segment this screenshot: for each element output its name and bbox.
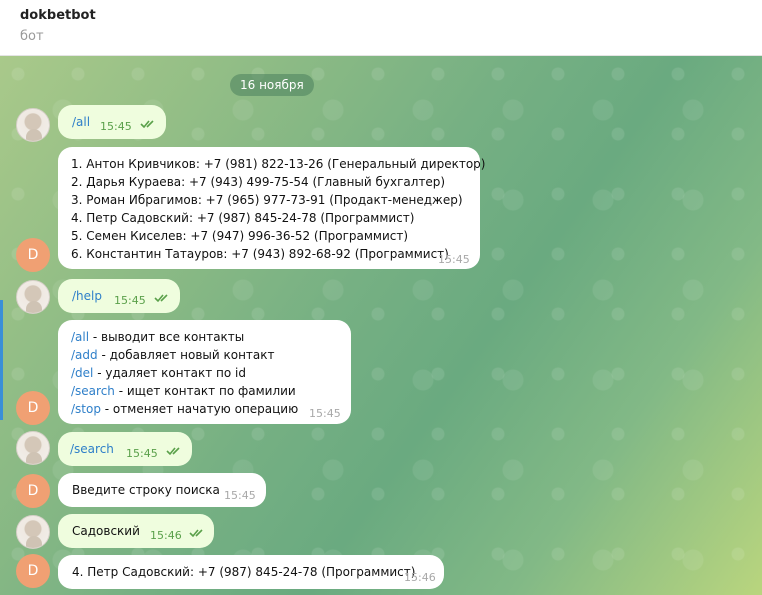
bot-avatar[interactable]: D — [16, 391, 50, 425]
window-edge-indicator — [0, 300, 3, 420]
message-text: Садовский — [72, 524, 140, 538]
contact-line: 4. Петр Садовский: +7 (987) 845-24-78 (П… — [71, 211, 415, 225]
command-description: - добавляет новый контакт — [97, 348, 275, 362]
user-avatar[interactable] — [16, 515, 50, 549]
incoming-message[interactable]: 4. Петр Садовский: +7 (987) 845-24-78 (П… — [58, 555, 444, 589]
read-checkmarks-icon — [140, 120, 154, 129]
user-avatar[interactable] — [16, 280, 50, 314]
contact-line: 6. Константин Татауров: +7 (943) 892-68-… — [71, 247, 449, 261]
command-list: /all - выводит все контакты /add - добав… — [71, 328, 298, 418]
contact-line: 5. Семен Киселев: +7 (947) 996-36-52 (Пр… — [71, 229, 409, 243]
chat-area[interactable]: 16 ноября /all 15:45 D 1. Антон Кривчико… — [0, 56, 762, 595]
command-line: /stop - отменяет начатую операцию — [71, 400, 298, 418]
command-link[interactable]: /stop — [71, 402, 101, 416]
read-checkmarks-icon — [189, 529, 203, 538]
read-checkmarks-icon — [166, 447, 180, 456]
bot-avatar[interactable]: D — [16, 474, 50, 508]
read-checkmarks-icon — [154, 294, 168, 303]
message-time: 15:45 — [126, 447, 158, 460]
message-time: 15:45 — [114, 294, 146, 307]
command-description: - удаляет контакт по id — [93, 366, 246, 380]
command-link[interactable]: /search — [71, 384, 115, 398]
message-time: 15:46 — [404, 571, 436, 584]
command-line: /add - добавляет новый контакт — [71, 346, 298, 364]
outgoing-message[interactable]: Садовский 15:46 — [58, 514, 214, 548]
command-description: - отменяет начатую операцию — [100, 402, 299, 416]
chat-status: бот — [20, 29, 44, 44]
message-time: 15:45 — [224, 489, 256, 502]
message-text: Введите строку поиска — [72, 483, 220, 497]
message-time: 15:45 — [309, 407, 341, 420]
message-command[interactable]: /all — [72, 113, 90, 131]
message-time: 15:45 — [438, 253, 470, 266]
command-line: /search - ищет контакт по фамилии — [71, 382, 298, 400]
date-separator: 16 ноября — [230, 74, 314, 96]
chat-title[interactable]: dokbetbot — [20, 8, 96, 23]
contact-list: 1. Антон Кривчиков: +7 (981) 822-13-26 (… — [71, 155, 485, 263]
message-command[interactable]: /search — [70, 440, 114, 458]
user-avatar[interactable] — [16, 431, 50, 465]
incoming-message[interactable]: Введите строку поиска 15:45 — [58, 473, 266, 507]
chat-header[interactable]: dokbetbot бот — [0, 0, 762, 56]
message-command[interactable]: /help — [72, 287, 102, 305]
message-text: 4. Петр Садовский: +7 (987) 845-24-78 (П… — [72, 565, 416, 579]
incoming-message-contact-list[interactable]: 1. Антон Кривчиков: +7 (981) 822-13-26 (… — [58, 147, 485, 269]
command-link[interactable]: /del — [71, 366, 93, 380]
command-description: - ищет контакт по фамилии — [114, 384, 296, 398]
outgoing-message[interactable]: /help 15:45 — [58, 279, 180, 313]
bot-avatar[interactable]: D — [16, 554, 50, 588]
command-description: - выводит все контакты — [89, 330, 245, 344]
command-line: /del - удаляет контакт по id — [71, 364, 298, 382]
command-link[interactable]: /add — [71, 348, 98, 362]
message-time: 15:45 — [100, 120, 132, 133]
command-link[interactable]: /all — [71, 330, 89, 344]
outgoing-message[interactable]: /all 15:45 — [58, 105, 166, 139]
bot-avatar[interactable]: D — [16, 238, 50, 272]
contact-line: 2. Дарья Кураева: +7 (943) 499-75-54 (Гл… — [71, 175, 446, 189]
contact-line: 3. Роман Ибрагимов: +7 (965) 977-73-91 (… — [71, 193, 463, 207]
message-time: 15:46 — [150, 529, 182, 542]
outgoing-message[interactable]: /search 15:45 — [58, 432, 192, 466]
command-line: /all - выводит все контакты — [71, 328, 298, 346]
contact-line: 1. Антон Кривчиков: +7 (981) 822-13-26 (… — [71, 157, 486, 171]
user-avatar[interactable] — [16, 108, 50, 142]
incoming-message-help[interactable]: /all - выводит все контакты /add - добав… — [58, 320, 351, 424]
